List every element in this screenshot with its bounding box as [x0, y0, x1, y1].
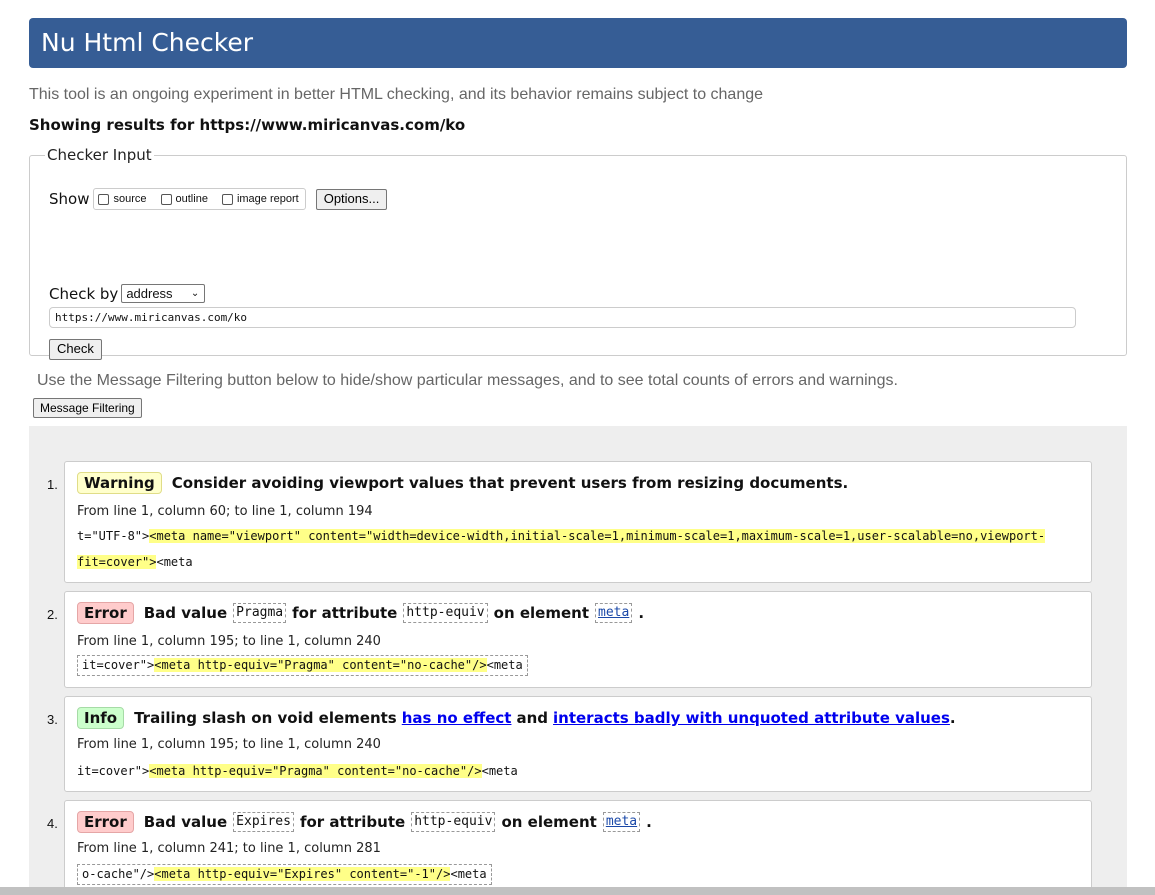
- extract-highlight: <meta http-equiv="Pragma" content="no-ca…: [154, 658, 487, 672]
- image-report-checkbox[interactable]: [221, 193, 233, 205]
- message-text-part: Bad value: [143, 604, 228, 622]
- message-text-part: and: [516, 709, 549, 727]
- check-by-label: Check by: [49, 284, 119, 303]
- extract-highlight-continued: fit=cover">: [77, 555, 157, 569]
- page-title: Nu Html Checker: [41, 28, 254, 57]
- url-input[interactable]: https://www.miricanvas.com/ko: [49, 307, 1076, 328]
- message-extract: it=cover"><meta http-equiv="Pragma" cont…: [77, 655, 528, 676]
- show-row: Show source outline image report Options…: [49, 188, 388, 210]
- source-checkbox-label: source: [113, 193, 147, 205]
- source-checkbox[interactable]: [98, 193, 110, 205]
- options-button[interactable]: Options...: [315, 188, 388, 210]
- extract-after: <meta: [156, 555, 193, 569]
- error-badge: Error: [77, 811, 134, 833]
- message-item: 1. Warning Consider avoiding viewport va…: [47, 461, 1092, 583]
- show-source-option[interactable]: source: [98, 193, 147, 205]
- extract-highlight: <meta http-equiv="Expires" content="-1"/…: [154, 867, 451, 881]
- message-location: From line 1, column 60; to line 1, colum…: [77, 504, 373, 519]
- message-number: 3.: [47, 712, 58, 727]
- horizontal-scrollbar[interactable]: [0, 887, 1155, 895]
- extract-highlight: <meta name="viewport" content="width=dev…: [149, 529, 1046, 543]
- results-area: 1. Warning Consider avoiding viewport va…: [29, 426, 1127, 895]
- check-by-row: Check by address ⌄: [49, 284, 206, 303]
- image-report-checkbox-label: image report: [236, 193, 299, 205]
- unquoted-attribute-values-link[interactable]: interacts badly with unquoted attribute …: [553, 709, 950, 727]
- extract-after: <meta: [481, 764, 518, 778]
- message-text-part: Trailing slash on void elements: [134, 709, 397, 727]
- chevron-down-icon: ⌄: [190, 288, 200, 299]
- message-title: Info Trailing slash on void elements has…: [77, 707, 956, 729]
- message-title: Warning Consider avoiding viewport value…: [77, 472, 848, 494]
- show-options-group: source outline image report: [93, 188, 306, 210]
- message-location: From line 1, column 195; to line 1, colu…: [77, 737, 381, 752]
- page-header: Nu Html Checker: [29, 18, 1127, 68]
- filter-note: Use the Message Filtering button below t…: [37, 372, 898, 389]
- info-badge: Info: [77, 707, 125, 729]
- warning-badge: Warning: [77, 472, 162, 494]
- extract-before: t="UTF-8">: [77, 529, 150, 543]
- extract-before: it=cover">: [82, 658, 155, 672]
- message-number: 4.: [47, 816, 58, 831]
- show-image-report-option[interactable]: image report: [221, 193, 299, 205]
- extract-after: <meta: [486, 658, 523, 672]
- message-title: Error Bad value Expires for attribute ht…: [77, 811, 652, 833]
- element-link[interactable]: meta: [595, 603, 633, 623]
- message-extract: t="UTF-8"><meta name="viewport" content=…: [77, 523, 1046, 575]
- message-text-part: for attribute: [299, 813, 406, 831]
- extract-highlight: <meta http-equiv="Pragma" content="no-ca…: [149, 764, 482, 778]
- check-by-select[interactable]: address ⌄: [121, 284, 206, 303]
- attribute-code: http-equiv: [403, 603, 488, 623]
- show-label: Show: [49, 190, 90, 208]
- attribute-code: http-equiv: [411, 812, 496, 832]
- showing-results-heading: Showing results for https://www.miricanv…: [29, 116, 466, 134]
- check-button[interactable]: Check: [49, 339, 102, 360]
- outline-checkbox-label: outline: [175, 193, 208, 205]
- message-text-part: for attribute: [292, 604, 398, 622]
- bad-value-code: Pragma: [233, 603, 287, 623]
- message-location: From line 1, column 195; to line 1, colu…: [77, 634, 381, 649]
- error-badge: Error: [77, 602, 134, 624]
- intro-text: This tool is an ongoing experiment in be…: [29, 86, 764, 103]
- message-number: 1.: [47, 477, 58, 492]
- checker-input-legend: Checker Input: [47, 146, 152, 164]
- show-outline-option[interactable]: outline: [160, 193, 208, 205]
- message-text-part: Bad value: [143, 813, 228, 831]
- check-by-selected-value: address: [126, 286, 173, 301]
- message-extract: it=cover"><meta http-equiv="Pragma" cont…: [77, 758, 518, 784]
- message-item: 4. Error Bad value Expires for attribute…: [47, 800, 1092, 895]
- message-item: 2. Error Bad value Pragma for attribute …: [47, 591, 1092, 688]
- message-item: 3. Info Trailing slash on void elements …: [47, 696, 1092, 792]
- message-filtering-button[interactable]: Message Filtering: [33, 398, 142, 418]
- message-extract: o-cache"/><meta http-equiv="Expires" con…: [77, 864, 492, 885]
- checker-input-panel: Checker Input Show source outline image …: [29, 146, 1127, 360]
- element-link[interactable]: meta: [602, 812, 641, 832]
- message-location: From line 1, column 241; to line 1, colu…: [77, 841, 381, 856]
- message-text-part: .: [949, 709, 956, 727]
- message-text-part: on element: [493, 604, 589, 622]
- message-text-part: .: [638, 604, 645, 622]
- message-text-part: on element: [501, 813, 597, 831]
- extract-before: it=cover">: [77, 764, 150, 778]
- extract-before: o-cache"/>: [82, 867, 155, 881]
- bad-value-code: Expires: [233, 812, 294, 832]
- outline-checkbox[interactable]: [160, 193, 172, 205]
- message-number: 2.: [47, 607, 58, 622]
- extract-after: <meta: [450, 867, 487, 881]
- message-text-part: .: [646, 813, 652, 831]
- message-text: Consider avoiding viewport values that p…: [171, 474, 849, 492]
- has-no-effect-link[interactable]: has no effect: [402, 709, 512, 727]
- message-title: Error Bad value Pragma for attribute htt…: [77, 602, 644, 624]
